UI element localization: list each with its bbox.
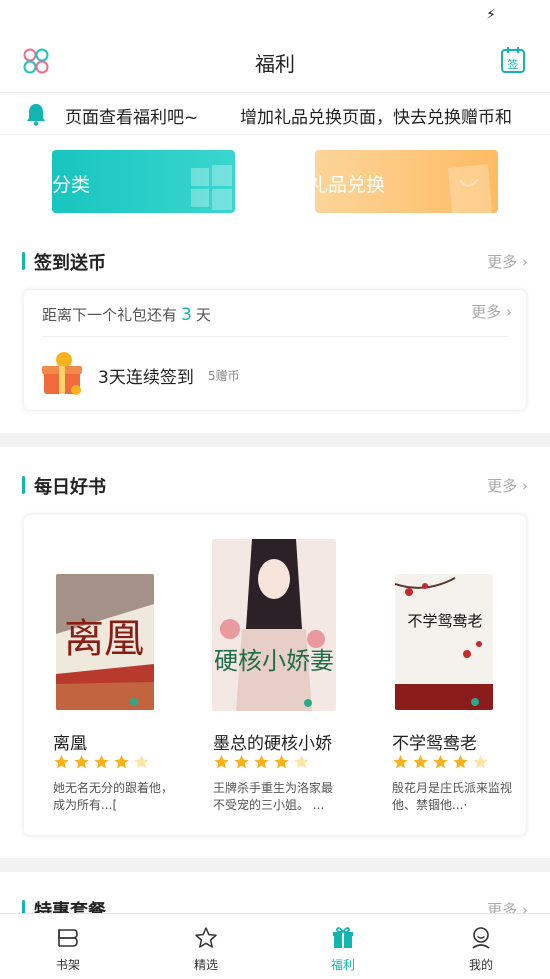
rating-star-icon bbox=[74, 755, 89, 769]
rating-star-icon bbox=[393, 755, 408, 769]
tab-label: 书架 bbox=[55, 958, 80, 972]
bottom-tab-bar: 书架 精选 福利 我的 bbox=[0, 913, 550, 979]
header: 福利 签 bbox=[0, 30, 550, 92]
next-gift-countdown: 距离下一个礼包还有 3 天 bbox=[42, 305, 211, 325]
checkin-card-more-link[interactable]: 更多 › bbox=[471, 301, 512, 322]
category-button[interactable]: 分类 bbox=[52, 150, 235, 213]
tab-featured[interactable]: 精选 bbox=[166, 914, 246, 979]
tab-label: 我的 bbox=[468, 958, 493, 972]
star-icon bbox=[195, 927, 217, 948]
gift-icon bbox=[333, 927, 353, 948]
checkin-task-label: 3天连续签到 bbox=[98, 368, 194, 388]
rating-star-icon bbox=[453, 755, 468, 769]
tab-label: 福利 bbox=[330, 958, 355, 972]
app-root: ⚡ 福利 签 页面查看福利吧~ 增加礼品兑换页面，快去兑换赠币和 分类 礼品兑换… bbox=[0, 0, 550, 979]
book-rating bbox=[213, 754, 310, 770]
book-rating bbox=[392, 754, 489, 770]
rating-star-icon bbox=[254, 755, 269, 769]
book-description: 王牌杀手重生为洛家最不受宠的三小姐。 ... bbox=[213, 781, 334, 812]
book-cover: 硬核小娇妻 bbox=[212, 539, 336, 711]
status-bar: ⚡ bbox=[0, 0, 550, 30]
page-title: 福利 bbox=[255, 52, 295, 76]
checkin-task-reward: 5赠币 bbox=[208, 369, 240, 383]
bookshelf-icon bbox=[58, 929, 78, 947]
tab-bookshelf[interactable]: 书架 bbox=[28, 914, 108, 979]
rating-star-icon bbox=[433, 755, 448, 769]
rating-star-icon bbox=[54, 755, 69, 769]
bell-icon bbox=[27, 104, 45, 126]
book-description: 她无名无分的跟着他，成为所有...[ bbox=[53, 781, 174, 812]
book-cover: 离凰 bbox=[56, 574, 154, 710]
announcement-marquee[interactable]: 页面查看福利吧~ 增加礼品兑换页面，快去兑换赠币和 bbox=[0, 92, 550, 134]
book-cover: 不学鸳鸯老 bbox=[395, 574, 493, 710]
cover-title: 硬核小娇妻 bbox=[214, 647, 334, 675]
daily-books-title: 每日好书 bbox=[22, 473, 106, 499]
shopping-bag-icon bbox=[448, 164, 492, 213]
book-title: 墨总的硬核小娇 bbox=[213, 734, 332, 754]
gift-box-icon bbox=[42, 352, 82, 395]
svg-text:签: 签 bbox=[508, 57, 519, 71]
rating-star-icon bbox=[114, 755, 129, 769]
charging-icon: ⚡ bbox=[486, 7, 496, 23]
tab-label: 精选 bbox=[193, 958, 218, 972]
cover-title: 不学鸳鸯老 bbox=[407, 612, 482, 630]
book-rating bbox=[53, 754, 150, 770]
checkin-card: 距离下一个礼包还有 3 天 更多 › 3天连续签到 5赠币 bbox=[24, 290, 526, 410]
announcement-text: 页面查看福利吧~ bbox=[65, 108, 199, 128]
divider bbox=[42, 336, 508, 337]
rating-star-icon bbox=[214, 755, 229, 769]
rating-star-icon bbox=[274, 755, 289, 769]
tab-mine[interactable]: 我的 bbox=[441, 914, 521, 979]
book-title: 离凰 bbox=[53, 734, 87, 754]
daily-books-more-link[interactable]: 更多 › bbox=[487, 475, 528, 496]
checkin-more-link[interactable]: 更多 › bbox=[487, 251, 528, 272]
rating-star-icon bbox=[294, 755, 309, 769]
book-description: 殷花月是庄氏派来监视他、禁锢他...· bbox=[392, 781, 513, 812]
book-title: 不学鸳鸯老 bbox=[392, 734, 477, 754]
checkin-title: 签到送币 bbox=[22, 249, 106, 275]
rating-star-icon bbox=[234, 755, 249, 769]
rating-star-icon bbox=[473, 755, 488, 769]
tab-welfare[interactable]: 福利 bbox=[303, 914, 383, 979]
user-icon bbox=[472, 927, 490, 949]
category-label: 分类 bbox=[52, 174, 91, 196]
rating-star-icon bbox=[94, 755, 109, 769]
rating-star-icon bbox=[134, 755, 149, 769]
gift-exchange-button[interactable]: 礼品兑换 bbox=[315, 150, 498, 213]
sign-in-icon[interactable]: 签 bbox=[500, 46, 526, 74]
cover-title: 离凰 bbox=[64, 616, 144, 662]
gift-exchange-label: 礼品兑换 bbox=[315, 174, 386, 196]
rating-star-icon bbox=[413, 755, 428, 769]
announcement-text-next: 增加礼品兑换页面，快去兑换赠币和 bbox=[240, 108, 512, 128]
windows-grid-icon bbox=[191, 165, 232, 210]
